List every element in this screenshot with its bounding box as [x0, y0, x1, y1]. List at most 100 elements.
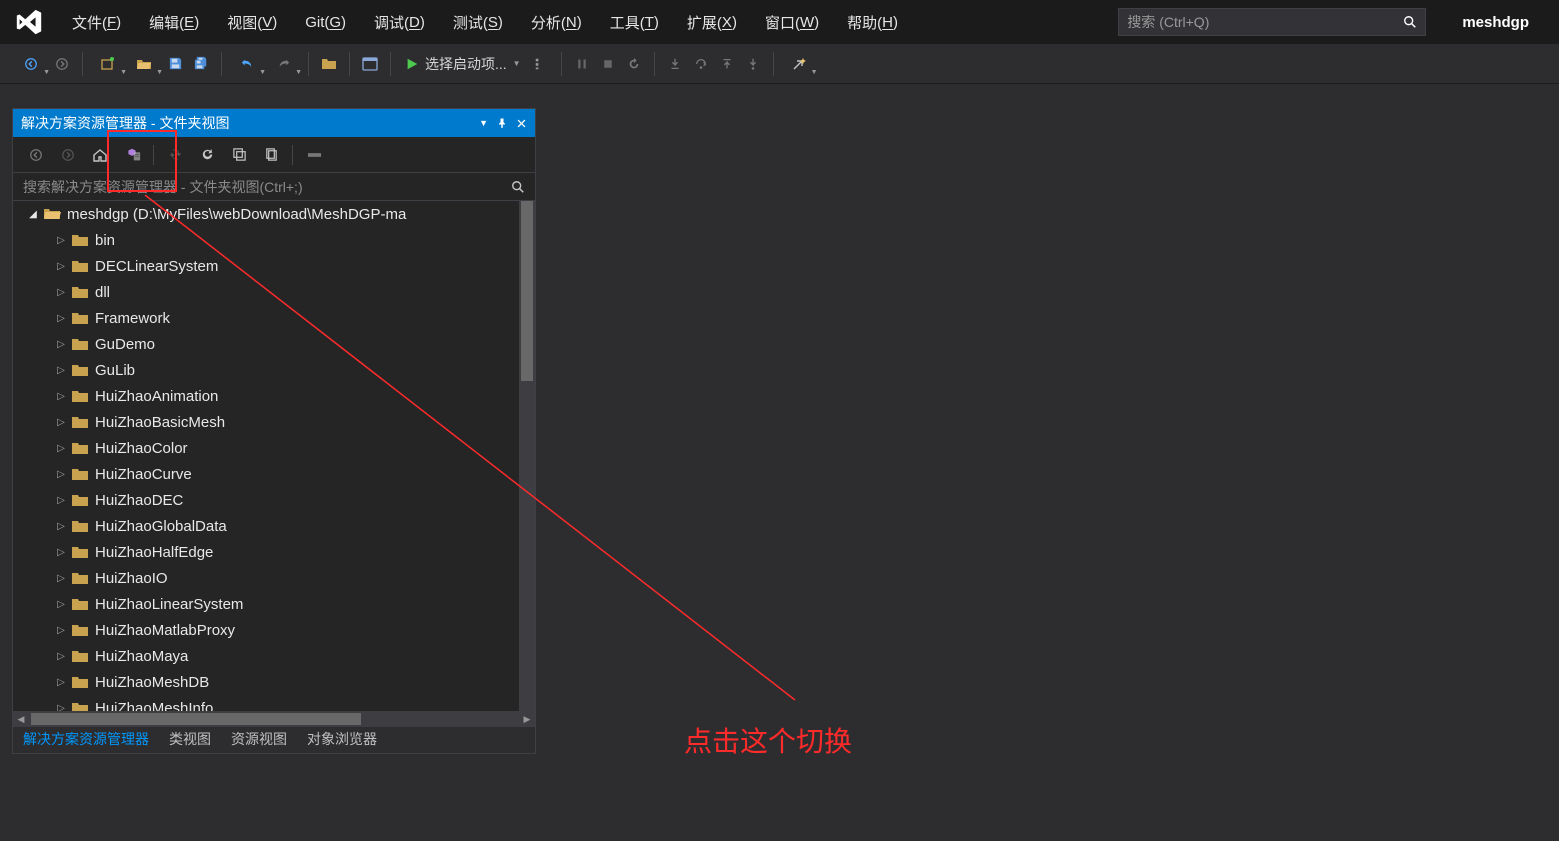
tree-folder-row[interactable]: ▷HuiZhaoBasicMesh: [13, 409, 535, 435]
pin-icon[interactable]: [496, 117, 508, 129]
expand-icon[interactable]: ▷: [55, 313, 67, 324]
open-button[interactable]: ▼: [127, 52, 161, 76]
menu-item[interactable]: 调试(D): [360, 0, 439, 44]
folder-button[interactable]: [317, 52, 341, 76]
menu-item[interactable]: 测试(S): [439, 0, 517, 44]
folder-tree[interactable]: ◢ meshdgp (D:\MyFiles\webDownload\MeshDG…: [13, 201, 535, 711]
tree-folder-row[interactable]: ▷ bin: [13, 227, 535, 253]
play-icon: [405, 57, 419, 71]
expand-icon[interactable]: ▷: [55, 703, 67, 712]
tree-folder-row[interactable]: ▷ GuDemo: [13, 331, 535, 357]
expand-icon[interactable]: ▷: [55, 573, 67, 584]
menu-item[interactable]: 帮助(H): [833, 0, 912, 44]
folder-icon: [71, 388, 89, 404]
save-all-button[interactable]: [189, 52, 213, 76]
menu-item[interactable]: 文件(F): [58, 0, 135, 44]
showall-icon[interactable]: [260, 144, 282, 166]
panel-tab[interactable]: 解决方案资源管理器: [13, 725, 159, 753]
expand-icon[interactable]: ▷: [55, 287, 67, 298]
tree-folder-row[interactable]: ▷HuiZhaoLinearSystem: [13, 591, 535, 617]
scroll-left-icon[interactable]: ◀: [13, 711, 29, 727]
tree-item-label: HuiZhaoIO: [95, 570, 168, 587]
tree-folder-row[interactable]: ▷DECLinearSystem: [13, 253, 535, 279]
expand-icon[interactable]: ▷: [55, 339, 67, 350]
expand-icon[interactable]: ▷: [55, 495, 67, 506]
menu-item[interactable]: 窗口(W): [751, 0, 833, 44]
expand-icon[interactable]: ▷: [55, 469, 67, 480]
tree-root[interactable]: ◢ meshdgp (D:\MyFiles\webDownload\MeshDG…: [13, 201, 535, 227]
panel-tab[interactable]: 资源视图: [221, 725, 297, 753]
tree-folder-row[interactable]: ▷HuiZhaoAnimation: [13, 383, 535, 409]
new-project-button[interactable]: ▼: [91, 52, 125, 76]
tree-folder-row[interactable]: ▷HuiZhaoMaya: [13, 643, 535, 669]
account-username[interactable]: meshdgp: [1440, 0, 1551, 44]
expand-icon[interactable]: ▷: [55, 677, 67, 688]
tree-root-label: meshdgp (D:\MyFiles\webDownload\MeshDGP-…: [67, 206, 406, 223]
expand-icon[interactable]: ▷: [55, 443, 67, 454]
panel-tab[interactable]: 类视图: [159, 725, 221, 753]
nav-back-button[interactable]: ▼: [14, 52, 48, 76]
switch-view-icon[interactable]: [121, 144, 143, 166]
expand-icon[interactable]: ▷: [55, 599, 67, 610]
refresh-icon[interactable]: [196, 144, 218, 166]
expand-icon[interactable]: ▷: [55, 261, 67, 272]
scroll-thumb[interactable]: [31, 713, 361, 725]
menu-item[interactable]: 扩展(X): [673, 0, 751, 44]
menu-item[interactable]: 分析(N): [517, 0, 596, 44]
effects-button[interactable]: ▼: [782, 52, 816, 76]
tree-item-label: GuDemo: [95, 336, 155, 353]
tree-folder-row[interactable]: ▷dll: [13, 279, 535, 305]
tree-folder-row[interactable]: ▷HuiZhaoDEC: [13, 487, 535, 513]
config-button[interactable]: [529, 52, 553, 76]
tree-hscrollbar[interactable]: ◀ ▶: [13, 711, 535, 727]
expand-icon[interactable]: ▷: [55, 521, 67, 532]
global-search-input[interactable]: 搜索 (Ctrl+Q): [1118, 8, 1426, 36]
undo-button[interactable]: ▼: [230, 52, 264, 76]
tree-vscrollbar[interactable]: [519, 201, 535, 711]
panel-dropdown-icon[interactable]: ▼: [479, 118, 488, 128]
panel-tab[interactable]: 对象浏览器: [297, 725, 387, 753]
properties-icon[interactable]: [303, 144, 325, 166]
redo-button[interactable]: ▼: [266, 52, 300, 76]
save-button[interactable]: [163, 52, 187, 76]
expand-icon[interactable]: ▷: [55, 235, 67, 246]
panel-search-input[interactable]: 搜索解决方案资源管理器 - 文件夹视图(Ctrl+;): [13, 173, 535, 201]
search-icon: [511, 180, 525, 194]
home-icon[interactable]: [89, 144, 111, 166]
scroll-right-icon[interactable]: ▶: [519, 711, 535, 727]
expand-icon[interactable]: ▷: [55, 417, 67, 428]
menu-item[interactable]: 视图(V): [213, 0, 291, 44]
tree-folder-row[interactable]: ▷ HuiZhaoCurve: [13, 461, 535, 487]
tree-folder-row[interactable]: ▷GuLib: [13, 357, 535, 383]
nav-fwd-button[interactable]: [50, 52, 74, 76]
collapse-icon[interactable]: [228, 144, 250, 166]
close-icon[interactable]: [516, 118, 527, 129]
tree-item-label: bin: [95, 232, 115, 249]
browser-button[interactable]: [358, 52, 382, 76]
tree-folder-row[interactable]: ▷HuiZhaoMeshInfo: [13, 695, 535, 711]
tree-item-label: HuiZhaoMeshDB: [95, 674, 209, 691]
expand-icon[interactable]: ◢: [27, 209, 39, 220]
tree-folder-row[interactable]: ▷HuiZhaoColor: [13, 435, 535, 461]
menu-item[interactable]: 工具(T): [596, 0, 673, 44]
tree-folder-row[interactable]: ▷ HuiZhaoIO: [13, 565, 535, 591]
tree-folder-row[interactable]: ▷HuiZhaoMatlabProxy: [13, 617, 535, 643]
panel-titlebar[interactable]: 解决方案资源管理器 - 文件夹视图 ▼: [13, 109, 535, 137]
tree-folder-row[interactable]: ▷HuiZhaoGlobalData: [13, 513, 535, 539]
expand-icon[interactable]: ▷: [55, 365, 67, 376]
menu-item[interactable]: 编辑(E): [135, 0, 213, 44]
tree-folder-row[interactable]: ▷HuiZhaoHalfEdge: [13, 539, 535, 565]
scroll-thumb[interactable]: [521, 201, 533, 381]
toolbar-sep: [561, 52, 562, 76]
sync-icon: [164, 144, 186, 166]
back-icon[interactable]: [25, 144, 47, 166]
expand-icon[interactable]: ▷: [55, 391, 67, 402]
expand-icon[interactable]: ▷: [55, 651, 67, 662]
menu-item[interactable]: Git(G): [291, 0, 360, 44]
tree-folder-row[interactable]: ▷ HuiZhaoMeshDB: [13, 669, 535, 695]
expand-icon[interactable]: ▷: [55, 547, 67, 558]
expand-icon[interactable]: ▷: [55, 625, 67, 636]
tree-item-label: HuiZhaoCurve: [95, 466, 192, 483]
start-debug-button[interactable]: 选择启动项... ▼: [399, 54, 527, 74]
tree-folder-row[interactable]: ▷Framework: [13, 305, 535, 331]
